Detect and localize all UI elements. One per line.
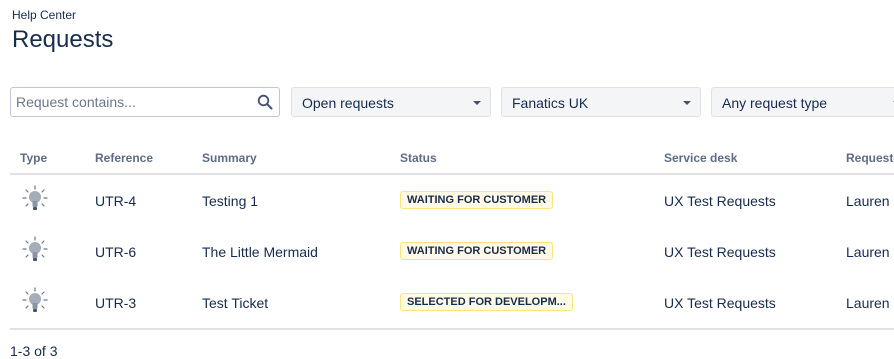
search-input[interactable] — [16, 88, 246, 116]
status-badge: SELECTED FOR DEVELOPM... — [400, 293, 573, 311]
table-row[interactable]: UTR-4 Testing 1 WAITING FOR CUSTOMER UX … — [10, 175, 894, 226]
chevron-down-icon — [683, 101, 691, 105]
requester-name: Lauren B — [846, 295, 894, 311]
service-desk-name: UX Test Requests — [664, 193, 776, 209]
table-bottom-divider — [10, 328, 894, 330]
page-title: Requests — [12, 26, 114, 53]
column-header-requester: Requester — [846, 151, 894, 165]
column-header-reference: Reference — [95, 151, 154, 165]
request-reference-link[interactable]: UTR-4 — [95, 193, 136, 209]
organization-filter-select[interactable]: Fanatics UK — [501, 87, 701, 117]
request-summary-link[interactable]: Testing 1 — [202, 193, 258, 209]
requester-name: Lauren B — [846, 193, 894, 209]
status-badge: WAITING FOR CUSTOMER — [400, 191, 554, 209]
request-type-filter-select[interactable]: Any request type — [711, 87, 894, 117]
table-row[interactable]: UTR-6 The Little Mermaid WAITING FOR CUS… — [10, 226, 894, 277]
lightbulb-icon — [22, 287, 48, 312]
request-summary-link[interactable]: The Little Mermaid — [202, 244, 318, 260]
table-header: Type Reference Summary Status Service de… — [10, 144, 894, 175]
status-filter-value: Open requests — [302, 95, 394, 111]
breadcrumb[interactable]: Help Center — [12, 8, 76, 22]
search-icon[interactable] — [257, 94, 273, 110]
column-header-summary: Summary — [202, 151, 257, 165]
chevron-down-icon — [473, 101, 481, 105]
service-desk-name: UX Test Requests — [664, 295, 776, 311]
request-type-filter-value: Any request type — [722, 95, 828, 111]
status-badge: WAITING FOR CUSTOMER — [400, 242, 554, 260]
requester-name: Lauren B — [846, 244, 894, 260]
service-desk-name: UX Test Requests — [664, 244, 776, 260]
request-reference-link[interactable]: UTR-3 — [95, 295, 136, 311]
column-header-status: Status — [400, 151, 437, 165]
lightbulb-icon — [22, 185, 48, 210]
organization-filter-value: Fanatics UK — [512, 95, 589, 111]
status-filter-select[interactable]: Open requests — [291, 87, 491, 117]
lightbulb-icon — [22, 236, 48, 261]
column-header-type: Type — [20, 151, 48, 165]
request-reference-link[interactable]: UTR-6 — [95, 244, 136, 260]
table-row[interactable]: UTR-3 Test Ticket SELECTED FOR DEVELOPM.… — [10, 277, 894, 328]
request-summary-link[interactable]: Test Ticket — [202, 295, 268, 311]
column-header-service-desk: Service desk — [664, 151, 738, 165]
search-box[interactable] — [10, 87, 280, 117]
